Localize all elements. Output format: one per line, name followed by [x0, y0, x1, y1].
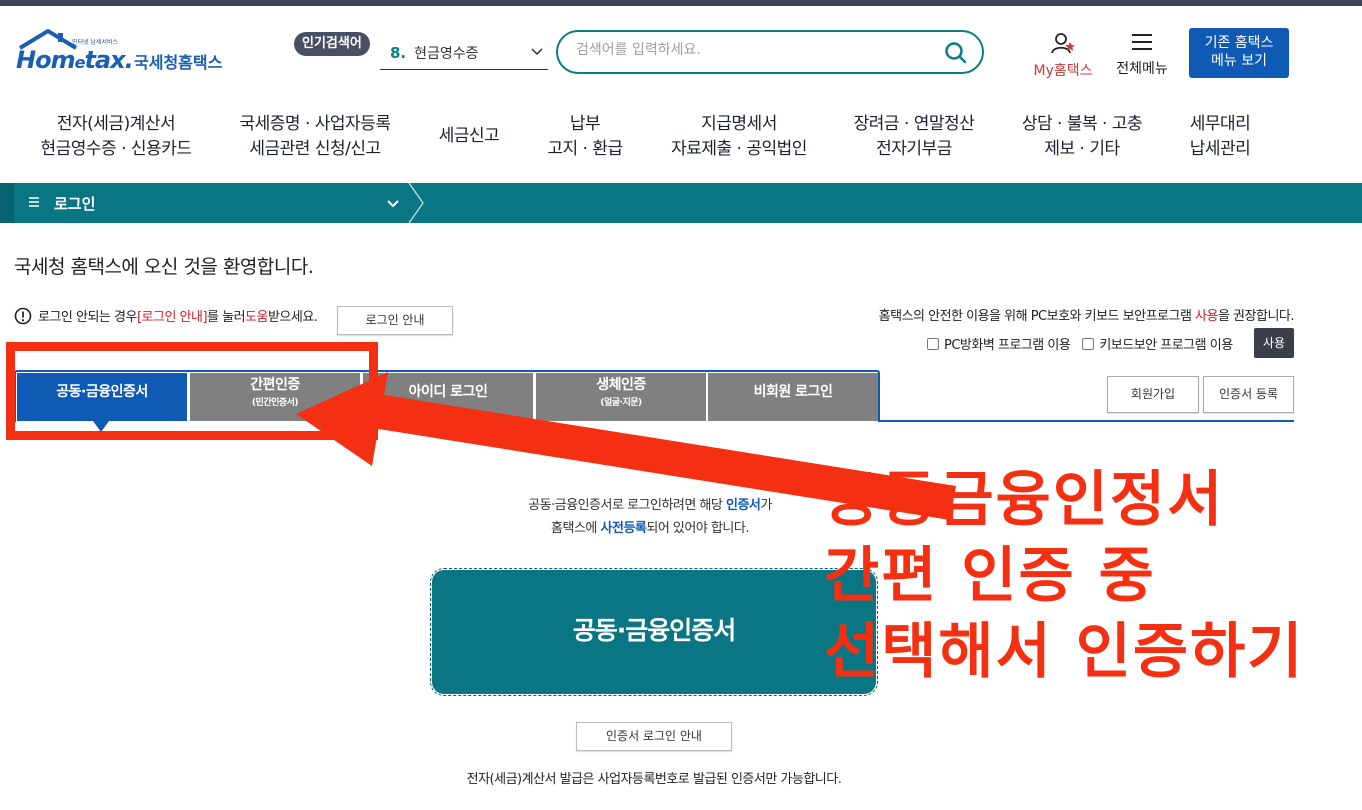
breadcrumb: 로그인 — [0, 183, 1362, 223]
tab-sublabel: (얼굴·지문) — [600, 398, 642, 408]
nav-line1: 지급명세서 — [701, 114, 777, 134]
keyboard-security-label: 키보드보안 프로그램 이용 — [1099, 338, 1233, 353]
notice-text: 를 눌러 — [207, 310, 246, 325]
notice-text: 로그인 안되는 경우 — [38, 310, 137, 325]
popular-search-select[interactable]: 8. 현금영수증 — [380, 36, 548, 70]
all-menu-label: 전체메뉴 — [1116, 61, 1168, 77]
nav-line1: 국세증명 · 사업자등록 — [239, 114, 391, 134]
security-note-text: 홈택스의 안전한 이용을 위해 PC보호와 키보드 보안프로그램 — [878, 309, 1196, 324]
nav-line1: 세무대리 — [1189, 114, 1251, 134]
nav-line1: 세금신고 — [438, 126, 500, 146]
nav-payment[interactable]: 납부 고지 · 환급 — [540, 112, 630, 162]
cert-info-text: 공동·금융인증서로 로그인하려면 해당 인증서가 홈택스에 사전등록되어 있어야… — [440, 494, 860, 540]
page-title: 국세청 홈택스에 오신 것을 환영합니다. — [14, 256, 314, 278]
tab-label: 아이디 로그인 — [408, 384, 488, 400]
annotation-line3: 선택해서 인증하기 — [824, 617, 1305, 687]
old-hometax-menu-button[interactable]: 기존 홈택스 메뉴 보기 — [1189, 28, 1289, 78]
nav-line2: 자료제출 · 공익법인 — [671, 139, 807, 159]
nav-line2: 제보 · 기타 — [1044, 139, 1120, 159]
security-note-text: 을 권장합니다. — [1217, 309, 1295, 324]
breadcrumb-edge — [0, 183, 14, 223]
search-box — [556, 30, 984, 74]
nav-line1: 전자(세금)계산서 — [56, 114, 176, 134]
old-menu-line1: 기존 홈택스 — [1204, 35, 1274, 51]
nav-incentive[interactable]: 장려금 · 연말정산 전자기부금 — [846, 112, 982, 162]
annotation-line2: 간편 인증 중 — [824, 541, 1156, 611]
security-note-use: 사용 — [1195, 309, 1218, 324]
nav-line1: 장려금 · 연말정산 — [853, 114, 975, 134]
logo-subtitle: 국세청홈택스 — [134, 53, 223, 72]
nav-consulting[interactable]: 상담 · 불복 · 고충 제보 · 기타 — [1012, 112, 1152, 162]
nav-line2: 납세관리 — [1189, 139, 1251, 159]
list-icon — [29, 197, 39, 207]
security-options: PC방화벽 프로그램 이용 키보드보안 프로그램 이용 — [927, 334, 1233, 353]
tab-label: 비회원 로그인 — [753, 384, 833, 400]
popular-search-badge: 인기검색어 — [294, 32, 370, 56]
annotation-highlight-box — [6, 342, 378, 440]
my-hometax-link[interactable]: My홈택스 — [1026, 32, 1100, 80]
old-menu-line2: 메뉴 보기 — [1211, 53, 1267, 69]
nav-line2: 세금관련 신청/신고 — [249, 139, 381, 159]
logo-tagline: 인터넷 납세서비스 — [72, 39, 119, 46]
login-guide-button[interactable]: 로그인 안내 — [337, 306, 453, 335]
annotation-text: 공동금융인정서 간편 인증 중 선택해서 인증하기 — [824, 462, 1305, 690]
security-use-button[interactable]: 사용 — [1254, 328, 1294, 358]
all-menu-button[interactable]: 전체메뉴 — [1110, 32, 1174, 78]
my-hometax-label: My홈택스 — [1033, 63, 1093, 79]
info-line1: 공동·금융인증서로 로그인하려면 해당 인증서가 — [528, 498, 772, 513]
tab-guest-login[interactable]: 비회원 로그인 — [708, 373, 878, 421]
chevron-down-icon — [531, 48, 543, 56]
chevron-down-icon[interactable] — [386, 196, 400, 210]
nav-line1: 상담 · 불복 · 고충 — [1021, 114, 1143, 134]
tab-id-login[interactable]: 아이디 로그인 — [363, 373, 533, 421]
tab-label: 생체인증 — [596, 377, 646, 393]
hamburger-icon — [1132, 34, 1152, 50]
login-help-notice: 로그인 안되는 경우 [로그인 안내] 를 눌러 도움 받으세요. — [14, 306, 318, 325]
tab-biometric[interactable]: 생체인증 (얼굴·지문) — [536, 373, 706, 421]
firewall-label: PC방화벽 프로그램 이용 — [944, 338, 1071, 353]
breadcrumb-separator — [408, 183, 424, 223]
popular-rank: 8. — [390, 43, 407, 62]
logo-wordmark: Hometax. — [16, 46, 134, 74]
popular-term: 현금영수증 — [414, 45, 479, 62]
e-invoice-note: 전자(세금)계산서 발급은 사업자등록번호로 발급된 인증서만 가능합니다. — [466, 772, 842, 787]
nav-line2: 현금영수증 · 신용카드 — [40, 139, 192, 159]
search-input[interactable] — [576, 42, 926, 58]
join-button[interactable]: 회원가입 — [1107, 376, 1199, 413]
breadcrumb-login[interactable]: 로그인 — [54, 193, 95, 214]
nav-tax-agent[interactable]: 세무대리 납세관리 — [1180, 112, 1260, 162]
nav-line2: 전자기부금 — [876, 139, 952, 159]
notice-help-text: 도움 — [245, 310, 268, 325]
cert-login-guide-button[interactable]: 인증서 로그인 안내 — [576, 722, 732, 751]
nav-certificates[interactable]: 국세증명 · 사업자등록 세금관련 신청/신고 — [232, 112, 398, 162]
user-star-icon — [1051, 33, 1075, 54]
notice-link-text: [로그인 안내] — [136, 310, 208, 325]
info-line2: 홈택스에 사전등록되어 있어야 합니다. — [551, 521, 749, 536]
keyboard-security-checkbox[interactable] — [1082, 337, 1095, 350]
notice-text: 받으세요. — [267, 310, 318, 325]
nav-tax-return[interactable]: 세금신고 — [432, 124, 506, 149]
alert-circle-icon — [14, 307, 32, 324]
cert-register-button[interactable]: 인증서 등록 — [1203, 376, 1294, 413]
search-icon[interactable] — [944, 41, 968, 65]
nav-payment-statement[interactable]: 지급명세서 자료제출 · 공익법인 — [664, 112, 814, 162]
annotation-line1: 공동금융인정서 — [824, 465, 1225, 535]
security-note: 홈택스의 안전한 이용을 위해 PC보호와 키보드 보안프로그램 사용을 권장합… — [878, 305, 1295, 324]
joint-cert-login-button[interactable]: 공동·금융인증서 — [430, 568, 878, 696]
hometax-logo[interactable]: 인터넷 납세서비스 Hometax. 국세청홈택스 — [14, 28, 234, 80]
nav-line1: 납부 — [569, 114, 601, 134]
top-strip — [0, 0, 1362, 6]
firewall-checkbox[interactable] — [927, 337, 939, 350]
nav-line2: 고지 · 환급 — [547, 139, 623, 159]
nav-e-invoice[interactable]: 전자(세금)계산서 현금영수증 · 신용카드 — [36, 112, 196, 162]
